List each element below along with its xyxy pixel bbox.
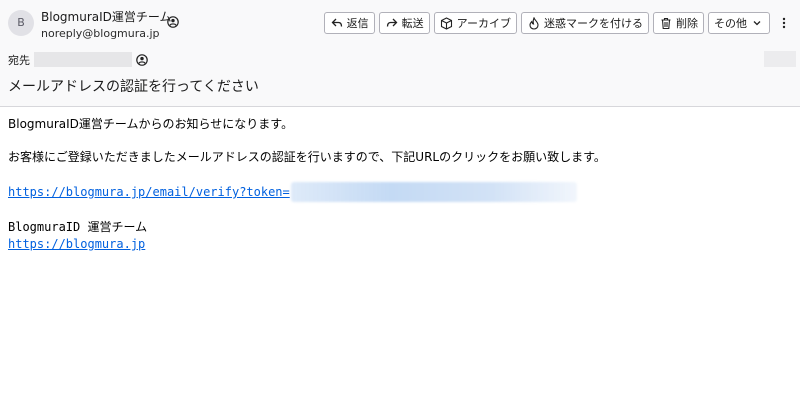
person-icon[interactable] (167, 16, 179, 28)
signature-link[interactable]: https://blogmura.jp (8, 237, 145, 251)
other-actions-button[interactable]: その他 (708, 12, 770, 34)
recipient-label: 宛先 (8, 54, 30, 67)
sender-name[interactable]: BlogmuraID運営チーム (41, 8, 172, 25)
archive-label: アーカイブ (456, 17, 511, 30)
chevron-down-icon (750, 16, 764, 30)
forward-button[interactable]: 転送 (378, 12, 430, 34)
message-header: B BlogmuraID運営チーム noreply@blogmura.jp 返信… (0, 0, 800, 107)
junk-label: 迷惑マークを付ける (544, 17, 643, 30)
reply-icon (330, 16, 344, 30)
message-subject: メールアドレスの認証を行ってください (8, 79, 259, 95)
flame-icon (527, 16, 541, 30)
signature-name: BlogmuraID 運営チーム (8, 220, 148, 234)
token-redacted (290, 182, 577, 202)
delete-button[interactable]: 削除 (653, 12, 704, 34)
date-redacted (764, 51, 796, 67)
recipient-address-redacted (34, 52, 132, 67)
sender-email[interactable]: noreply@blogmura.jp (41, 27, 160, 40)
archive-icon (440, 16, 454, 30)
body-intro: BlogmuraID運営チームからのお知らせになります。 (8, 117, 294, 131)
forward-label: 転送 (401, 17, 424, 30)
message-body: BlogmuraID運営チームからのお知らせになります。 お客様にご登録いただき… (8, 116, 788, 253)
reply-label: 返信 (346, 17, 369, 30)
sender-avatar: B (8, 10, 34, 36)
forward-icon (385, 16, 399, 30)
other-actions-label: その他 (714, 17, 747, 30)
verify-link[interactable]: https://blogmura.jp/email/verify?token= (8, 185, 290, 199)
message-toolbar: 返信 転送 アーカイブ 迷惑マークを付ける 削除 その他 (323, 12, 770, 34)
verify-line: https://blogmura.jp/email/verify?token= (8, 182, 788, 202)
person-icon[interactable] (136, 54, 148, 66)
delete-label: 削除 (676, 17, 698, 30)
reply-button[interactable]: 返信 (323, 12, 375, 34)
trash-icon (659, 16, 673, 30)
more-icon[interactable] (776, 16, 792, 32)
archive-button[interactable]: アーカイブ (433, 12, 517, 34)
body-instruction: お客様にご登録いただきましたメールアドレスの認証を行いますので、下記URLのクリ… (8, 150, 606, 164)
junk-button[interactable]: 迷惑マークを付ける (521, 12, 649, 34)
